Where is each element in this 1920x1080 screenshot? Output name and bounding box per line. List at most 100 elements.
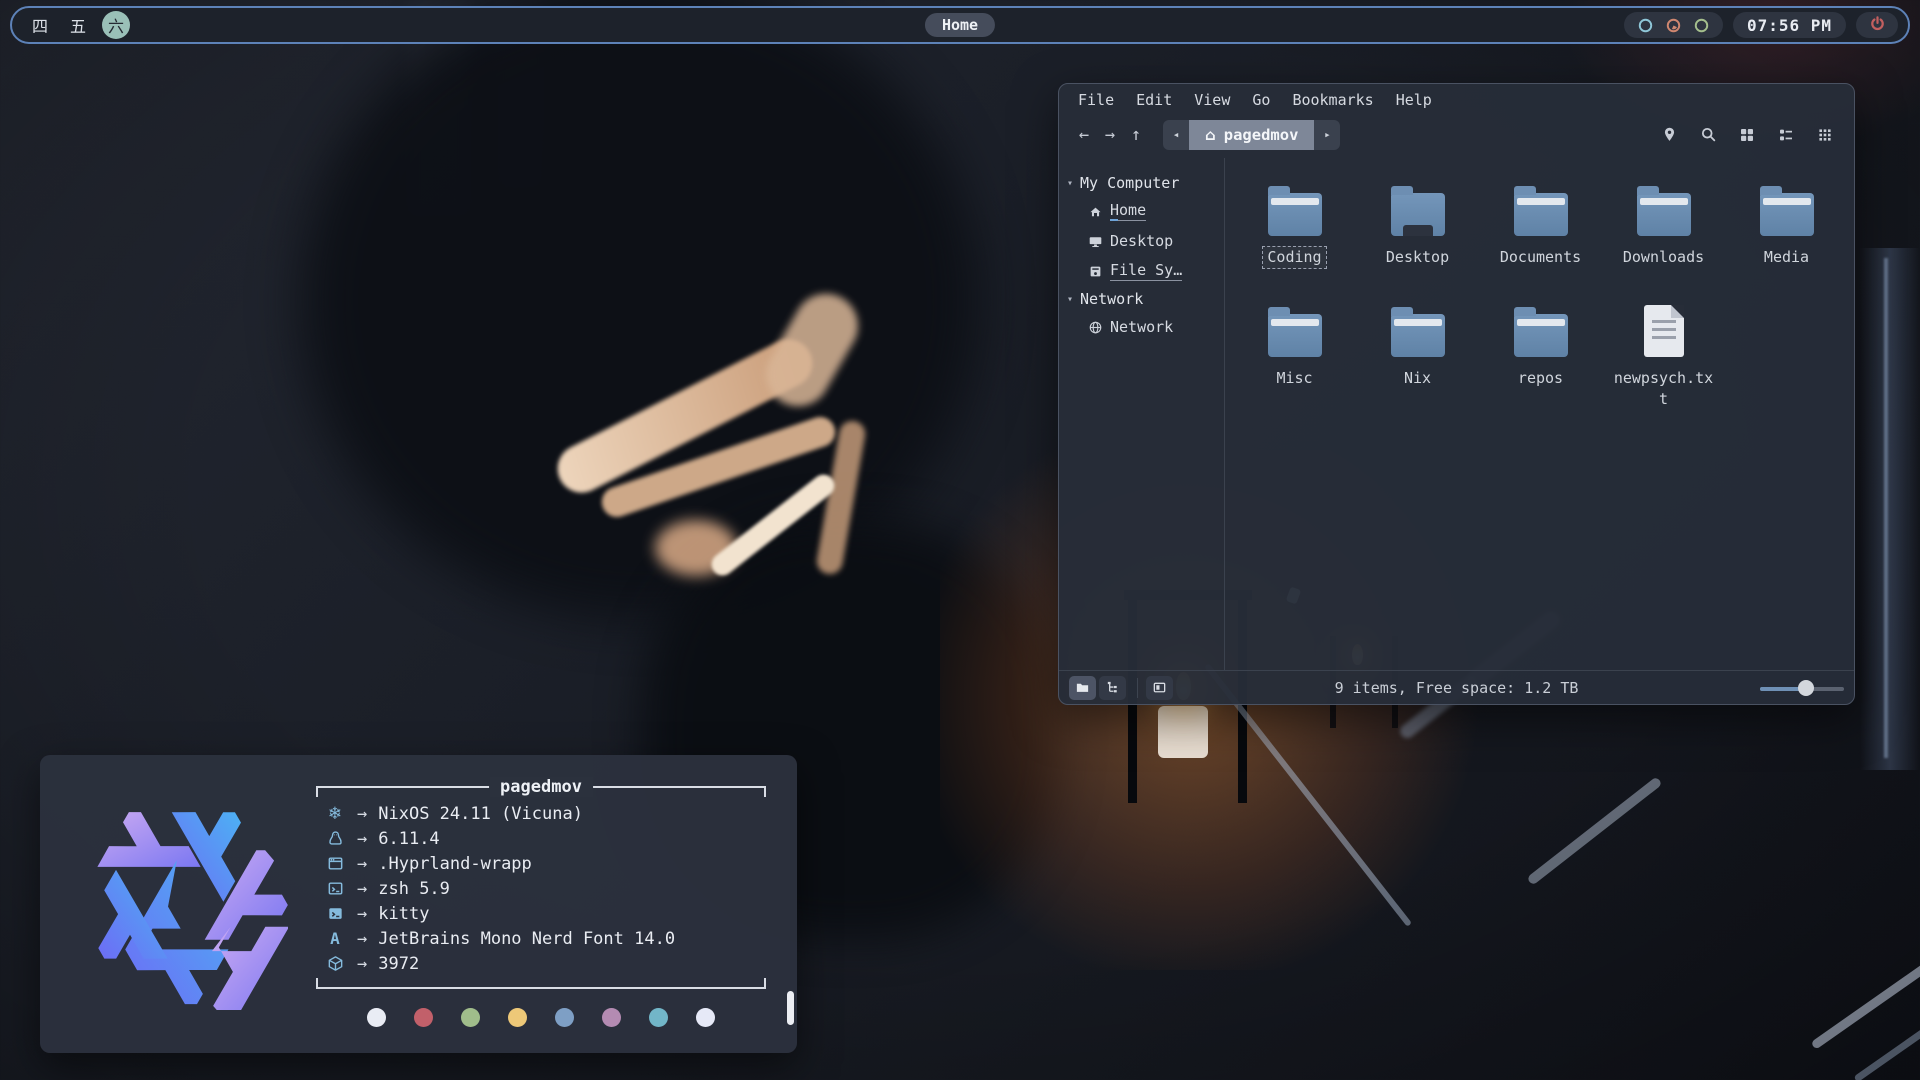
file-item[interactable]: Desktop xyxy=(1356,176,1479,269)
workspace-pill[interactable]: 五 xyxy=(64,11,92,39)
arrow-icon: → xyxy=(357,804,367,824)
up-button[interactable]: ↑ xyxy=(1123,122,1149,148)
menu-item-view[interactable]: View xyxy=(1183,91,1241,109)
sidebar-section-label: Network xyxy=(1080,290,1143,308)
sidebar-item-filesy[interactable]: File Sy… xyxy=(1059,256,1224,286)
arrow-icon: → xyxy=(357,879,367,899)
fetch-value: zsh 5.9 xyxy=(378,879,450,899)
teal-ring-icon[interactable] xyxy=(1637,17,1654,34)
folder-icon xyxy=(1514,176,1568,242)
slider-knob[interactable] xyxy=(1798,680,1814,696)
file-item[interactable]: Media xyxy=(1725,176,1848,269)
globe-icon xyxy=(1087,319,1103,335)
green-ring-icon[interactable] xyxy=(1693,17,1710,34)
sidebar: ▾ My Computer Home Desktop File Sy… ▾ Network N… xyxy=(1059,158,1225,670)
workspace-pill[interactable]: 四 xyxy=(26,11,54,39)
sidebar-item-label: File Sy… xyxy=(1110,261,1182,281)
folder-icon xyxy=(1637,176,1691,242)
file-label: Media xyxy=(1759,246,1814,269)
menu-item-file[interactable]: File xyxy=(1067,91,1125,109)
file-label: Desktop xyxy=(1381,246,1454,269)
file-label: Downloads xyxy=(1618,246,1709,269)
penguin-icon xyxy=(322,830,348,847)
file-item[interactable]: Nix xyxy=(1356,297,1479,411)
search-button[interactable] xyxy=(1697,124,1719,146)
home-icon: ⌂ xyxy=(1205,126,1216,144)
fetch-value: 6.11.4 xyxy=(378,829,439,849)
fetch-row: →.Hyprland-wrapp xyxy=(322,851,766,876)
folder-icon xyxy=(1268,176,1322,242)
sidebar-item-label: Home xyxy=(1110,201,1146,221)
sidebar-item-desktop[interactable]: Desktop xyxy=(1059,226,1224,256)
location-pin-button[interactable] xyxy=(1658,124,1680,146)
file-item[interactable]: repos xyxy=(1479,297,1602,411)
fetch-row: A→JetBrains Mono Nerd Font 14.0 xyxy=(322,926,766,951)
fetch-value: kitty xyxy=(378,904,429,924)
path-tab[interactable]: ⌂ pagedmov xyxy=(1189,120,1314,150)
icon-view-button[interactable] xyxy=(1736,124,1758,146)
file-item[interactable]: Coding xyxy=(1233,176,1356,269)
terminal-window[interactable]: pagedmov ❄→NixOS 24.11 (Vicuna)→6.11.4→.… xyxy=(40,755,797,1053)
menu-item-go[interactable]: Go xyxy=(1241,91,1281,109)
file-item[interactable]: Downloads xyxy=(1602,176,1725,269)
package-icon xyxy=(322,955,348,972)
power-button[interactable] xyxy=(1856,12,1898,38)
path-next-button[interactable]: ▸ xyxy=(1314,120,1340,150)
window-icon xyxy=(322,855,348,872)
compact-view-button[interactable] xyxy=(1814,124,1836,146)
sidebar-section-label: My Computer xyxy=(1080,174,1179,192)
fetch-box-bottom xyxy=(316,982,766,994)
path-prev-button[interactable]: ◂ xyxy=(1163,120,1189,150)
sidebar-section-header[interactable]: ▾ Network xyxy=(1059,286,1224,312)
sidebar-section-header[interactable]: ▾ My Computer xyxy=(1059,170,1224,196)
forward-button[interactable]: → xyxy=(1097,122,1123,148)
fetch-row: →3972 xyxy=(322,951,766,976)
desktop-icon xyxy=(1087,233,1103,249)
collapse-triangle-icon: ▾ xyxy=(1067,294,1073,305)
sidebar-item-home[interactable]: Home xyxy=(1059,196,1224,226)
file-label: Misc xyxy=(1271,367,1317,390)
file-item[interactable]: Misc xyxy=(1233,297,1356,411)
zoom-slider[interactable] xyxy=(1760,680,1844,696)
orange-record-icon[interactable] xyxy=(1665,17,1682,34)
sidebar-item-label: Network xyxy=(1110,318,1173,337)
folder-icon xyxy=(1514,297,1568,363)
path-bar: ◂ ⌂ pagedmov ▸ xyxy=(1163,120,1340,150)
file-label: Documents xyxy=(1495,246,1586,269)
palette-dot xyxy=(602,1008,621,1027)
folder-icon xyxy=(1391,176,1445,242)
workspace-switcher: 四五六 xyxy=(26,11,130,39)
file-label: repos xyxy=(1513,367,1568,390)
palette-dot xyxy=(696,1008,715,1027)
menu-item-help[interactable]: Help xyxy=(1385,91,1443,109)
view-buttons xyxy=(1658,124,1836,146)
back-button[interactable]: ← xyxy=(1071,122,1097,148)
filesystem-icon xyxy=(1087,263,1103,279)
workspace-pill[interactable]: 六 xyxy=(102,11,130,39)
menu-item-bookmarks[interactable]: Bookmarks xyxy=(1281,91,1384,109)
fetch-row: →kitty xyxy=(322,901,766,926)
palette-dot xyxy=(508,1008,527,1027)
terminal-scrollbar[interactable] xyxy=(787,991,794,1025)
file-grid: Coding Desktop Documents Downloads Media Misc… xyxy=(1225,158,1854,670)
file-item[interactable]: newpsych.txt xyxy=(1602,297,1725,411)
fetch-title: pagedmov xyxy=(489,777,593,797)
nix-snowflake-icon: ❄ xyxy=(322,804,348,824)
terminal-icon xyxy=(322,880,348,897)
sidebar-item-network[interactable]: Network xyxy=(1059,312,1224,342)
top-bar: 四五六 Home 07:56 PM xyxy=(10,6,1910,44)
file-manager-window[interactable]: FileEditViewGoBookmarksHelp ← → ↑ ◂ ⌂ pa… xyxy=(1058,83,1855,705)
menu-bar: FileEditViewGoBookmarksHelp xyxy=(1059,84,1854,111)
arrow-icon: → xyxy=(357,829,367,849)
terminal-filled-icon xyxy=(322,905,348,922)
palette-dot xyxy=(367,1008,386,1027)
status-text: 9 items, Free space: 1.2 TB xyxy=(1059,679,1854,697)
menu-item-edit[interactable]: Edit xyxy=(1125,91,1183,109)
arrow-icon: → xyxy=(357,954,367,974)
clock[interactable]: 07:56 PM xyxy=(1733,12,1846,38)
file-item[interactable]: Documents xyxy=(1479,176,1602,269)
list-view-button[interactable] xyxy=(1775,124,1797,146)
collapse-triangle-icon: ▾ xyxy=(1067,178,1073,189)
system-tray xyxy=(1624,12,1723,38)
terminal-color-palette xyxy=(316,1008,766,1027)
